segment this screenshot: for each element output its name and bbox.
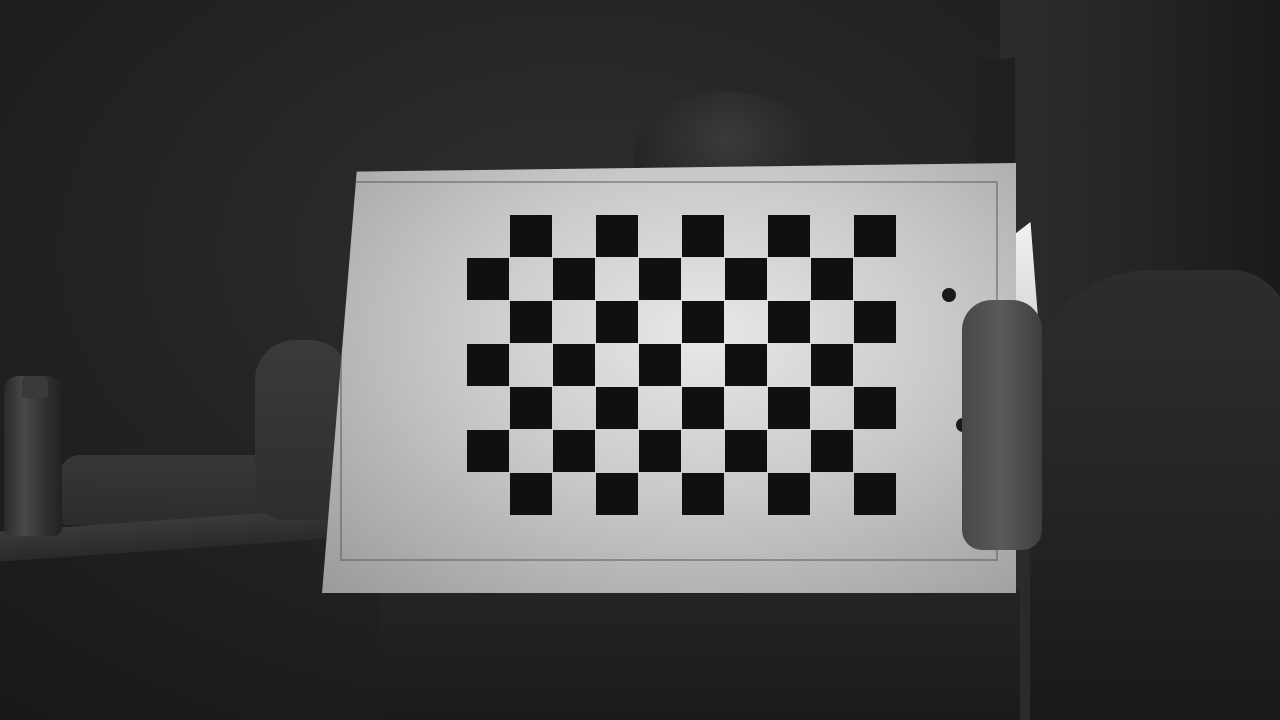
checker-square-dark: [725, 344, 767, 386]
checker-square-dark: [510, 387, 552, 429]
checker-square-dark: [596, 215, 638, 257]
checker-square-dark: [467, 258, 509, 300]
checker-square-dark: [682, 215, 724, 257]
checker-square-dark: [682, 387, 724, 429]
checker-square-dark: [639, 258, 681, 300]
checker-square-dark: [510, 473, 552, 515]
checker-square-dark: [639, 430, 681, 472]
checker-square-dark: [596, 301, 638, 343]
checker-square-dark: [553, 430, 595, 472]
right-hand: [962, 300, 1042, 550]
checker-square-dark: [596, 473, 638, 515]
checker-square-dark: [510, 301, 552, 343]
checker-square-dark: [682, 301, 724, 343]
checker-square-dark: [596, 387, 638, 429]
checker-square-dark: [811, 344, 853, 386]
checker-square-dark: [854, 215, 896, 257]
photo-scene: [0, 0, 1280, 720]
checker-square-dark: [811, 430, 853, 472]
water-bottle: [4, 376, 62, 536]
checker-square-dark: [768, 473, 810, 515]
checker-square-dark: [725, 258, 767, 300]
checker-square-dark: [467, 344, 509, 386]
checker-square-dark: [768, 215, 810, 257]
checker-square-dark: [768, 301, 810, 343]
checkerboard-pattern: [322, 163, 1016, 593]
checker-square-dark: [467, 430, 509, 472]
bottle-cap: [22, 376, 48, 398]
checker-square-dark: [854, 387, 896, 429]
checker-square-dark: [768, 387, 810, 429]
person-torso: [380, 590, 1020, 720]
bystander-silhouette: [1030, 270, 1280, 720]
checker-square-dark: [639, 344, 681, 386]
board-hole: [942, 288, 956, 302]
checker-square-dark: [725, 430, 767, 472]
checker-square-dark: [553, 258, 595, 300]
checker-square-dark: [553, 344, 595, 386]
checker-square-dark: [854, 301, 896, 343]
checker-square-dark: [811, 258, 853, 300]
checker-square-dark: [682, 473, 724, 515]
checker-square-dark: [854, 473, 896, 515]
checker-square-dark: [510, 215, 552, 257]
calibration-board: [322, 163, 1016, 593]
